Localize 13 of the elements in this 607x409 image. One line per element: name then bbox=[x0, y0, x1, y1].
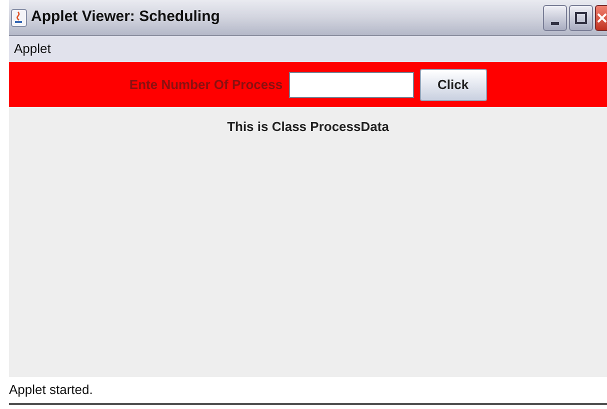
menu-item[interactable]: Applet bbox=[14, 39, 51, 59]
window-title: Applet Viewer: Scheduling bbox=[31, 7, 220, 28]
close-icon bbox=[596, 12, 607, 24]
maximize-button[interactable] bbox=[569, 4, 593, 30]
status-text: Applet started. bbox=[9, 381, 93, 400]
close-button[interactable] bbox=[595, 4, 607, 30]
click-button[interactable]: Click bbox=[420, 68, 487, 100]
process-count-label: Ente Number Of Process bbox=[129, 76, 283, 94]
minimize-button[interactable] bbox=[543, 4, 567, 30]
maximize-icon bbox=[575, 12, 587, 24]
process-count-field[interactable] bbox=[288, 72, 414, 98]
content-heading: This is Class ProcessData bbox=[227, 118, 389, 136]
minimize-icon bbox=[551, 22, 559, 24]
